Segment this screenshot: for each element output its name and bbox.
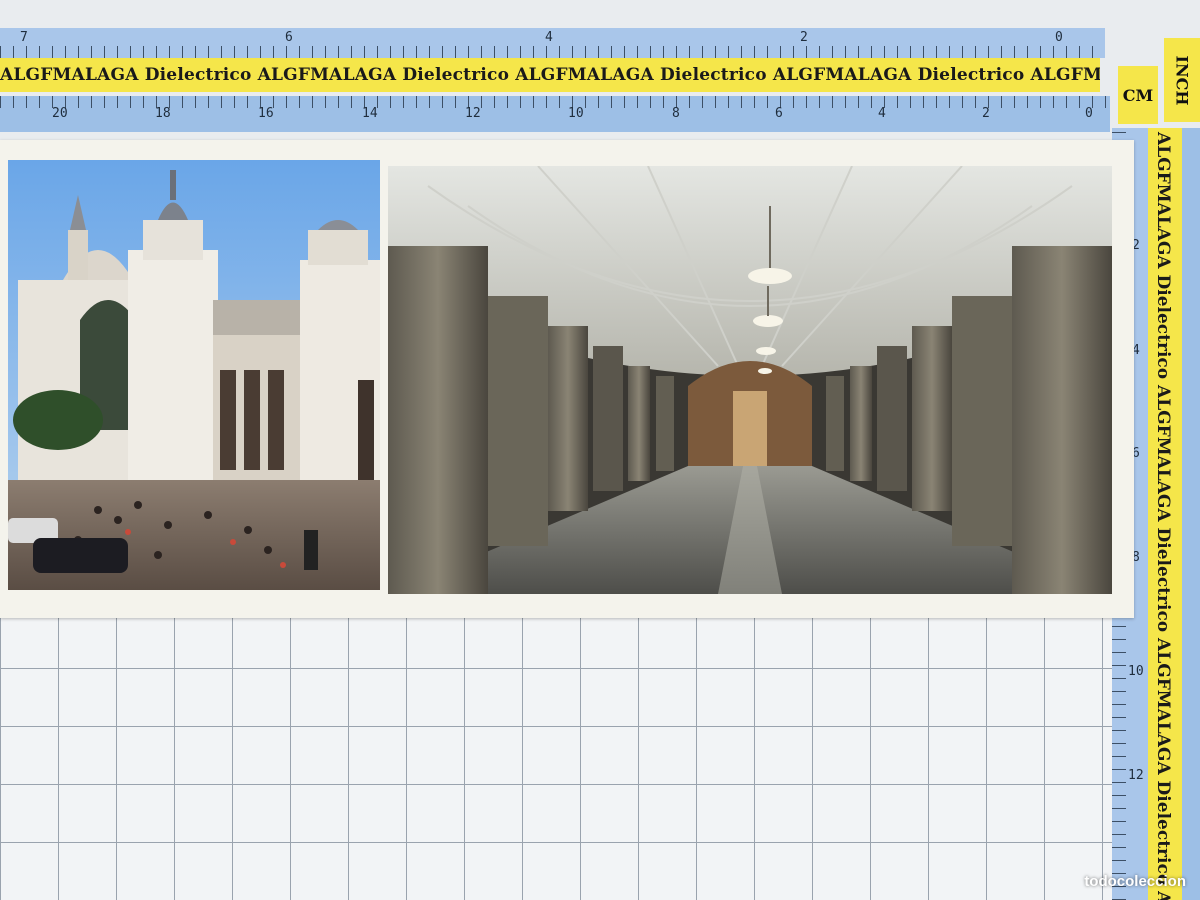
- cm-ruler-number: 20: [52, 106, 68, 121]
- photo-station-exterior: [8, 160, 380, 590]
- cm-ruler-number: 6: [775, 106, 783, 121]
- cm-label-text: CM: [1122, 85, 1154, 105]
- brand-tape-horizontal: ALGFMALAGA Dielectrico ALGFMALAGA Dielec…: [0, 58, 1100, 92]
- inch-ruler-number: 0: [1055, 30, 1063, 45]
- brand-tape-vertical: ALGFMALAGA Dielectrico ALGFMALAGA Dielec…: [1148, 128, 1182, 900]
- cm-ruler-number: 18: [155, 106, 171, 121]
- cm-ruler-number: 10: [568, 106, 584, 121]
- inch-ruler-top: 7 6 4 2 0: [0, 28, 1105, 58]
- inch-ruler-ticks: [0, 46, 1105, 58]
- cm-ruler-number: 12: [465, 106, 481, 121]
- inch-label: INCH: [1164, 38, 1200, 122]
- vertical-ruler-number: 12: [1128, 768, 1144, 783]
- grid-paper-background: [0, 600, 1140, 900]
- station-exterior-illustration: [8, 160, 380, 590]
- cm-ruler-number: 14: [362, 106, 378, 121]
- photo-metro-hall: [388, 166, 1112, 594]
- postcard: [0, 140, 1134, 618]
- inch-ruler-number: 4: [545, 30, 553, 45]
- cm-ruler-number: 0: [1085, 106, 1093, 121]
- cm-ruler: 20 18 16 14 12 10 8 6 4 2 0: [0, 96, 1110, 132]
- cm-ruler-number: 2: [982, 106, 990, 121]
- cm-ruler-number: 16: [258, 106, 274, 121]
- inch-ruler-number: 2: [800, 30, 808, 45]
- cm-ruler-number: 4: [878, 106, 886, 121]
- vertical-ruler-number: 10: [1128, 664, 1144, 679]
- brand-tape-vertical-text: ALGFMALAGA Dielectrico ALGFMALAGA Dielec…: [1153, 132, 1173, 900]
- cm-ruler-number: 8: [672, 106, 680, 121]
- inch-ruler-number: 7: [20, 30, 28, 45]
- metro-hall-illustration: [388, 166, 1112, 594]
- cm-label: CM: [1118, 66, 1158, 124]
- site-watermark: todocoleccion: [1084, 873, 1186, 890]
- inch-ruler-number: 6: [285, 30, 293, 45]
- inch-label-text: INCH: [1172, 55, 1192, 105]
